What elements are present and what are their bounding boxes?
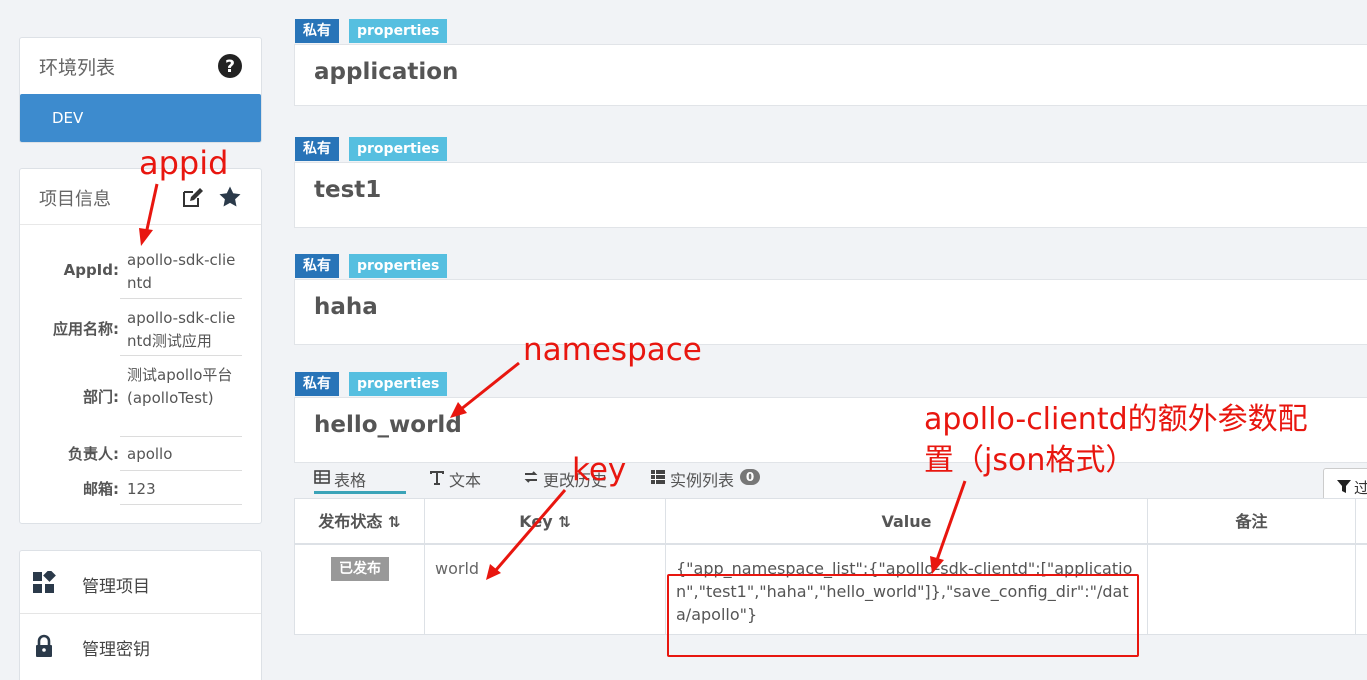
info-label: 应用名称: (53, 320, 119, 338)
sort-icon[interactable]: ⇅ (558, 513, 571, 531)
cell-comment (1148, 545, 1356, 635)
namespace-name: hello_world (314, 412, 462, 438)
project-info-panel: 项目信息 AppId: apollo-sdk-clientd 应用名称: apo… (19, 168, 262, 524)
format-badge: properties (349, 137, 448, 161)
namespace-name: haha (314, 294, 378, 320)
info-label: 负责人: (68, 445, 119, 463)
filter-icon (1337, 480, 1351, 493)
menu-item-manage-keys[interactable]: 管理密钥 (20, 614, 261, 676)
info-label: AppId: (63, 261, 119, 279)
tab-table[interactable]: 表格 (314, 460, 406, 494)
format-badge: properties (349, 372, 448, 396)
menu-item-label: 管理密钥 (82, 640, 150, 660)
instance-count-badge: 0 (740, 469, 760, 485)
edit-icon[interactable] (180, 186, 204, 210)
menu-item-manage-project[interactable]: 管理项目 (20, 551, 261, 614)
annotation-extra-params-line2: 置（json格式） (924, 443, 1136, 478)
history-icon (524, 471, 538, 483)
header-cell-key[interactable]: Key ⇅ (425, 499, 666, 543)
project-info-title: 项目信息 (39, 189, 111, 210)
question-circle-icon[interactable]: ? (217, 53, 243, 79)
environment-item-dev[interactable]: DEV (20, 94, 261, 142)
header-label: 发布状态 (318, 512, 383, 531)
environment-panel-title: 环境列表 (39, 57, 116, 79)
svg-text:?: ? (225, 57, 235, 77)
namespace-tabs: 表格 文本 更改历史 实例列表 0 过 (294, 460, 1367, 504)
instances-icon (651, 470, 665, 484)
scope-badge: 私有 (295, 19, 339, 43)
annotation-extra-params-line1: apollo-clientd的额外参数配 (924, 402, 1308, 437)
environment-panel: 环境列表 ? DEV (19, 37, 262, 143)
star-icon[interactable] (218, 185, 242, 209)
manage-menu: 管理项目 管理密钥 (19, 550, 262, 680)
namespace-header[interactable]: test1 (294, 162, 1367, 228)
tab-text[interactable]: 文本 (429, 460, 489, 494)
header-cell-comment: 备注 (1148, 499, 1356, 543)
value-highlight-box (667, 574, 1139, 657)
cell-status: 已发布 (295, 545, 425, 635)
tab-label: 表格 (334, 471, 367, 490)
format-badge: properties (349, 19, 448, 43)
info-label: 部门: (83, 388, 119, 406)
scope-badge: 私有 (295, 254, 339, 278)
tab-label: 文本 (449, 471, 482, 490)
namespace-name: test1 (314, 177, 382, 203)
annotation-key: key (572, 452, 627, 488)
filter-button-label: 过 (1354, 479, 1367, 497)
info-value-department: 测试apollo平台(apolloTest) (127, 366, 233, 407)
header-cell-value: Value (666, 499, 1148, 543)
header-cell-status[interactable]: 发布状态 ⇅ (295, 499, 425, 543)
header-label: Key (519, 512, 553, 531)
dashboard-icon (33, 571, 56, 593)
namespace-header[interactable]: haha (294, 279, 1367, 345)
annotation-namespace: namespace (523, 332, 702, 368)
tab-instances[interactable]: 实例列表 0 (650, 460, 770, 494)
sort-icon[interactable]: ⇅ (388, 513, 401, 531)
info-value-owner: apollo (127, 445, 173, 463)
text-icon (430, 471, 444, 485)
info-value-appid: apollo-sdk-clientd (127, 251, 236, 292)
tab-label: 实例列表 (670, 471, 735, 490)
table-header-row: 发布状态 ⇅ Key ⇅ Value 备注 (295, 499, 1367, 545)
key-text: world (435, 559, 480, 578)
info-value-app-name: apollo-sdk-clientd测试应用 (127, 309, 236, 350)
menu-item-label: 管理项目 (82, 577, 150, 597)
cell-key: world (425, 545, 666, 635)
divider (20, 224, 261, 225)
info-value-email: 123 (127, 480, 156, 498)
namespace-name: application (314, 59, 459, 85)
scope-badge: 私有 (295, 372, 339, 396)
status-badge: 已发布 (331, 557, 389, 581)
lock-icon (36, 634, 52, 657)
annotation-appid: appid (139, 144, 229, 182)
scope-badge: 私有 (295, 137, 339, 161)
table-icon (314, 470, 330, 484)
namespace-header[interactable]: application (294, 44, 1367, 106)
format-badge: properties (349, 254, 448, 278)
info-label: 邮箱: (83, 480, 119, 498)
